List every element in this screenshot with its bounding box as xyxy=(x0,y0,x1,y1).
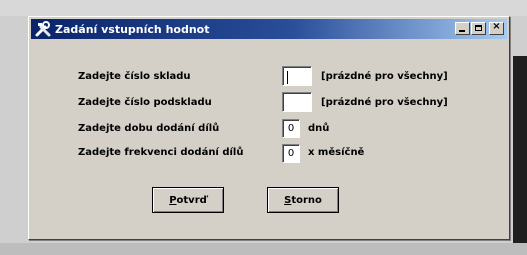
minimize-icon xyxy=(459,30,465,32)
tools-icon xyxy=(34,20,52,38)
cancel-button-accesskey: S xyxy=(284,194,292,206)
minimize-button[interactable] xyxy=(455,22,470,35)
title-bar[interactable]: Zadání vstupních hodnot × xyxy=(31,19,507,39)
warehouse-number-hint: [prázdné pro všechny] xyxy=(321,71,448,82)
warehouse-number-label: Zadejte číslo skladu xyxy=(78,71,191,82)
input-values-dialog: Zadání vstupních hodnot × Zadejte číslo … xyxy=(28,16,510,240)
delivery-frequency-value: 0 xyxy=(287,148,295,159)
warehouse-number-input[interactable] xyxy=(282,66,312,86)
delivery-time-label: Zadejte dobu dodání dílů xyxy=(78,123,220,134)
delivery-frequency-unit: x měsíčně xyxy=(308,147,365,158)
cancel-button-label: torno xyxy=(291,194,322,206)
confirm-button[interactable]: Potvrď xyxy=(152,187,224,213)
text-caret xyxy=(287,71,288,84)
subwarehouse-number-hint: [prázdné pro všechny] xyxy=(321,97,448,108)
delivery-time-value: 0 xyxy=(287,123,295,134)
maximize-button[interactable] xyxy=(471,22,486,35)
subwarehouse-number-input[interactable] xyxy=(282,92,312,112)
delivery-time-unit: dnů xyxy=(308,123,330,134)
close-button[interactable]: × xyxy=(489,21,504,35)
cancel-button[interactable]: Storno xyxy=(267,187,339,213)
confirm-button-accesskey: P xyxy=(169,194,177,206)
confirm-button-label: otvrď xyxy=(176,194,207,206)
desktop-background-bottom xyxy=(0,243,527,255)
window-controls: × xyxy=(455,21,504,35)
delivery-frequency-input[interactable]: 0 xyxy=(282,144,300,163)
desktop-background-top xyxy=(0,0,527,16)
subwarehouse-number-label: Zadejte číslo podskladu xyxy=(78,97,212,108)
delivery-time-input[interactable]: 0 xyxy=(282,119,300,138)
delivery-frequency-label: Zadejte frekvenci dodání dílů xyxy=(78,147,244,158)
maximize-icon xyxy=(475,25,482,31)
window-title: Zadání vstupních hodnot xyxy=(55,22,210,36)
close-icon: × xyxy=(492,21,501,32)
desktop-background-right xyxy=(513,56,527,255)
